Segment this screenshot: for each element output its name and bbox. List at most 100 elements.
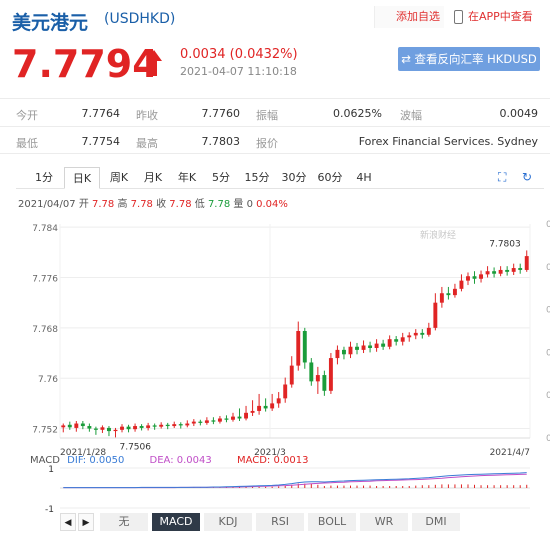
ohlc-low: 7.78 — [207, 199, 231, 210]
indicator-bar: ◀ ▶ 无 MACD KDJ RSI BOLL WR DMI — [60, 513, 460, 533]
candle-body — [426, 327, 431, 335]
fullscreen-icon[interactable]: ⛶ — [498, 170, 506, 185]
candle-body — [126, 426, 131, 430]
next-button[interactable]: ▶ — [78, 513, 94, 531]
stats-table: 今开 7.7764 昨收 7.7760 振幅 0.0625% 波幅 0.0049… — [0, 98, 550, 154]
add-favorite-button[interactable]: 添加自选 — [374, 6, 444, 28]
indicator-none[interactable]: 无 — [100, 513, 148, 531]
candle-body — [204, 420, 209, 423]
candle-body — [211, 420, 216, 422]
candle-body — [276, 398, 281, 404]
candle-body — [466, 276, 470, 281]
stat-value: 0.0049 — [499, 107, 539, 120]
candle-body — [322, 375, 327, 391]
y-tick-label: 7.768 — [32, 325, 58, 335]
candle-body — [61, 425, 66, 428]
candle-body — [224, 418, 229, 420]
candle-body — [446, 293, 451, 296]
candle-body — [191, 421, 196, 424]
ohlc-volume-label: 量 — [233, 199, 244, 210]
candle-body — [355, 346, 359, 350]
tab-30min[interactable]: 30分 — [276, 167, 312, 189]
candle-body — [433, 302, 438, 328]
price-change: 0.0034 (0.0432%) — [180, 47, 298, 62]
candle-body — [283, 384, 288, 399]
indicator-boll[interactable]: BOLL — [308, 513, 356, 531]
tab-daily[interactable]: 日K — [64, 167, 100, 189]
y-tick-label: 7.784 — [32, 224, 58, 234]
candle-body — [270, 403, 275, 409]
ohlc-summary: 2021/04/07 开 7.78 高 7.78 收 7.78 低 7.78 量… — [18, 195, 288, 210]
stat-label: 今开 — [16, 109, 38, 122]
x-tick-label: 2021/4/7 — [490, 448, 530, 458]
candle-body — [74, 423, 79, 428]
stats-row: 今开 7.7764 昨收 7.7760 振幅 0.0625% 波幅 0.0049 — [0, 98, 550, 126]
indicator-kdj[interactable]: KDJ — [204, 513, 252, 531]
prev-button[interactable]: ◀ — [60, 513, 76, 531]
candle-body — [231, 416, 235, 420]
stat-label: 振幅 — [256, 109, 278, 122]
candle-body — [498, 269, 503, 274]
candle-body — [185, 423, 190, 426]
refresh-icon[interactable]: ↻ — [522, 170, 532, 184]
candle-body — [413, 332, 418, 336]
candle-body — [381, 343, 386, 347]
candle-body — [152, 425, 157, 427]
candle-body — [335, 349, 340, 359]
pct-tick-label: 0% — [546, 434, 550, 444]
ohlc-open: 7.78 — [92, 199, 115, 210]
indicator-wr[interactable]: WR — [360, 513, 408, 531]
watermark: 新浪财经 — [420, 229, 456, 241]
view-in-app-link[interactable]: 在APP中查看 — [452, 6, 544, 28]
current-price: 7.7794 — [12, 42, 159, 86]
indicator-dmi[interactable]: DMI — [412, 513, 460, 531]
candle-body — [342, 349, 346, 355]
candle-body — [289, 365, 294, 385]
candle-body — [146, 425, 151, 428]
candle-body — [244, 412, 248, 419]
tab-monthly[interactable]: 月K — [136, 167, 170, 189]
stat-value: 7.7760 — [201, 107, 241, 120]
stat-label: 报价 — [256, 137, 278, 150]
candle-body — [133, 426, 138, 430]
tab-yearly[interactable]: 年K — [170, 167, 204, 189]
candlestick-chart[interactable]: 7.784 7.776 7.768 7.76 7.752 0% 0% 0% 0% 0% 0% 新浪财经… — [0, 210, 550, 460]
ohlc-volume: 0 — [246, 199, 253, 210]
candle-body — [100, 427, 105, 430]
tab-4h[interactable]: 4H — [348, 167, 380, 189]
ohlc-open-label: 开 — [78, 199, 89, 210]
stat-label: 最高 — [136, 137, 158, 150]
tab-15min[interactable]: 15分 — [238, 167, 276, 189]
candle-body — [452, 288, 457, 296]
candle-body — [387, 339, 392, 347]
candle-body — [472, 276, 477, 279]
candle-body — [374, 343, 379, 348]
pct-tick-label: 0% — [546, 306, 550, 316]
candle-body — [400, 337, 405, 342]
macd-y-label: -1 — [45, 505, 54, 515]
phone-icon — [454, 10, 463, 24]
tab-weekly[interactable]: 周K — [102, 167, 136, 189]
candle-body — [87, 426, 92, 429]
max-label: 7.7803 — [489, 239, 521, 249]
view-in-app-label: 在APP中查看 — [468, 10, 533, 23]
candle-body — [93, 428, 98, 430]
macd-chart: 1 -1 — [45, 465, 530, 515]
min-label: 7.7506 — [119, 442, 151, 452]
candle-body — [107, 427, 111, 432]
candle-body — [217, 418, 222, 422]
candle-body — [348, 346, 353, 355]
tab-60min[interactable]: 60分 — [312, 167, 348, 189]
candle-body — [459, 280, 464, 289]
candle-body — [479, 274, 483, 279]
candle-body — [120, 426, 124, 430]
candle-body — [420, 332, 425, 335]
indicator-rsi[interactable]: RSI — [256, 513, 304, 531]
indicator-macd[interactable]: MACD — [152, 513, 200, 531]
stat-label: 昨收 — [136, 109, 158, 122]
tab-5min[interactable]: 5分 — [204, 167, 238, 189]
tab-1min[interactable]: 1分 — [24, 167, 64, 189]
candle-body — [407, 335, 412, 338]
symbol-code: (USDHKD) — [104, 11, 176, 27]
reverse-rate-button[interactable]: ⇄ 查看反向汇率 HKDUSD — [398, 47, 540, 71]
